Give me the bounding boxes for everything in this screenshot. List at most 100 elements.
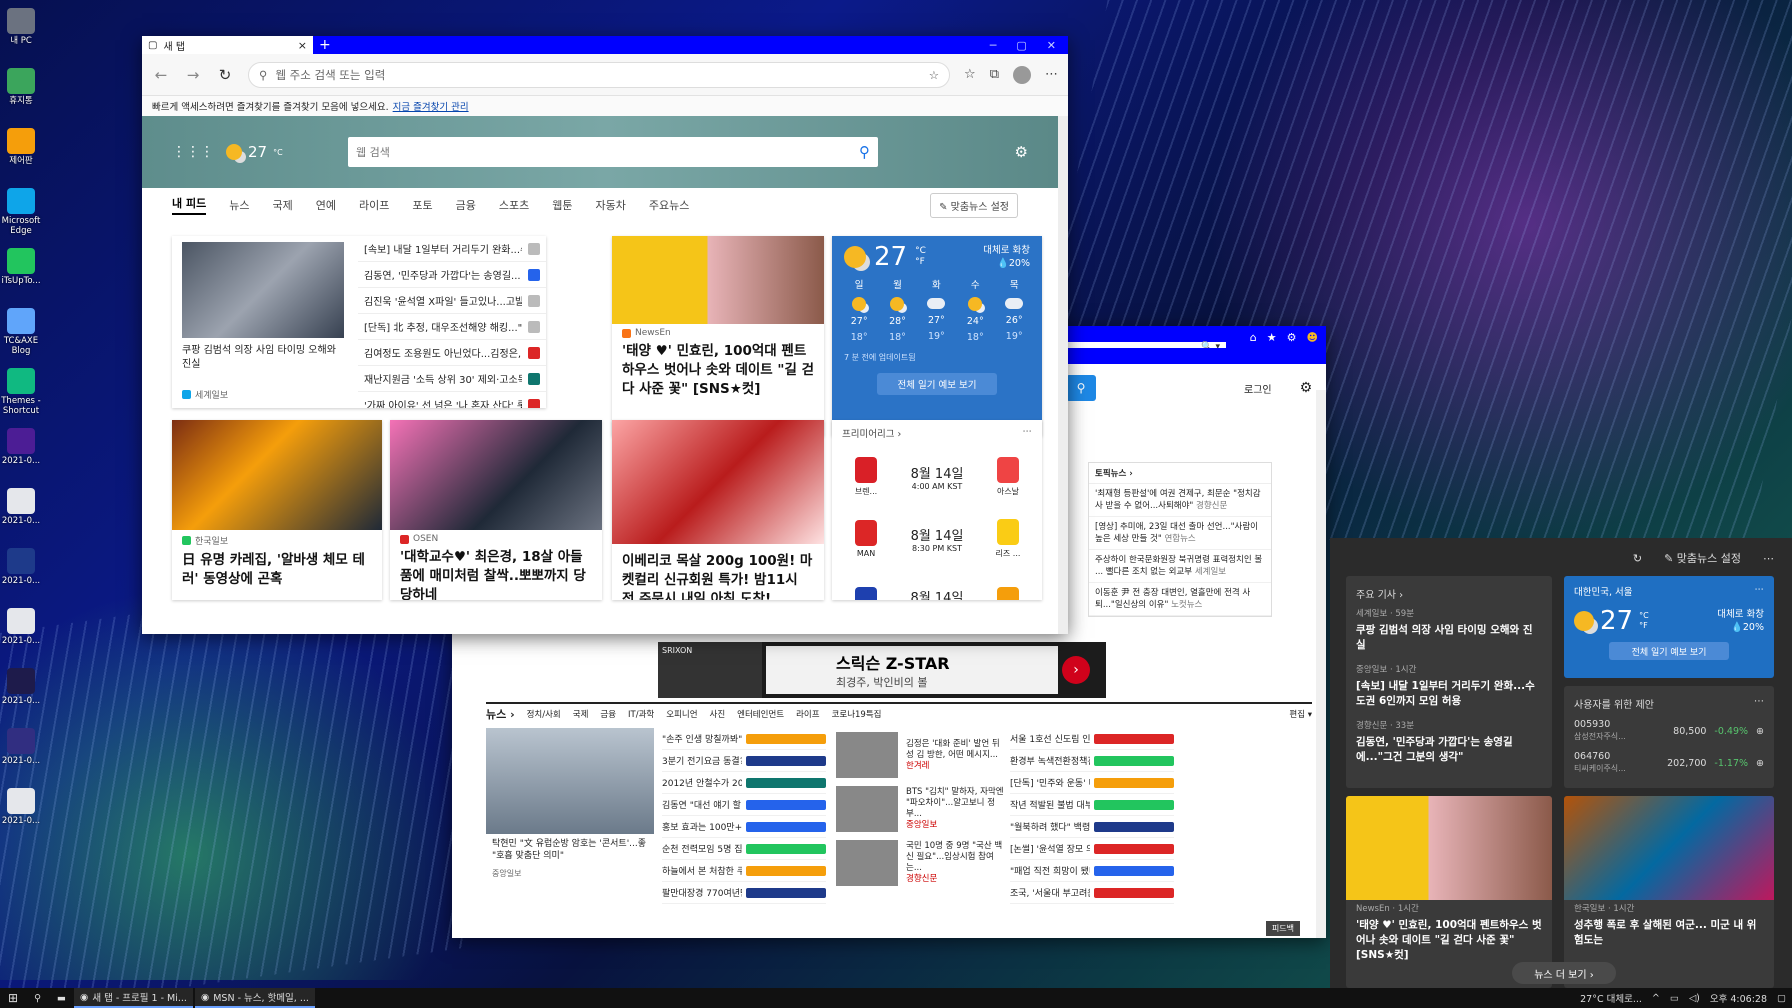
forecast-day[interactable]: 일 27° 18° bbox=[851, 278, 868, 346]
feed-tab[interactable]: 뉴스 bbox=[229, 197, 249, 213]
list-item[interactable]: 하늘에서 본 처참한 쿠팡 물류센터 화재... bbox=[662, 860, 826, 882]
hero-weather[interactable]: 27 °C bbox=[226, 143, 336, 161]
desktop-shortcut[interactable]: 2021-0... bbox=[0, 724, 42, 782]
forecast-day[interactable]: 화 27° 19° bbox=[927, 278, 946, 346]
list-item[interactable]: 팔만대장경 770여년만 일반인 공개..."동... bbox=[662, 882, 826, 904]
feed-tab[interactable]: 스포츠 bbox=[499, 197, 529, 213]
stocks-card[interactable]: 사용자를 위한 제안 ⋯ 005930 삼성전자주식... 80,500 -0.49% ⊕… bbox=[1564, 686, 1774, 788]
forecast-day[interactable]: 월 28° 18° bbox=[889, 278, 906, 346]
stock-row[interactable]: 005930 삼성전자주식... 80,500 -0.49% ⊕ bbox=[1564, 715, 1774, 747]
list-item[interactable]: 홍보 효과는 100만+α... 접종 25만건 넘어... bbox=[662, 816, 826, 838]
maximize-icon[interactable]: ▢ bbox=[1016, 39, 1026, 52]
forecast-day[interactable]: 목 26° 19° bbox=[1005, 278, 1024, 346]
refresh-icon[interactable]: ↻ bbox=[216, 66, 234, 84]
feed-tab[interactable]: 연예 bbox=[316, 197, 336, 213]
list-item[interactable]: [속보] 내달 1일부터 거리두기 완화...수... bbox=[358, 236, 546, 262]
more-menu-icon[interactable]: ⋯ bbox=[1045, 67, 1058, 82]
chevron-right-icon[interactable]: › bbox=[1062, 656, 1090, 684]
story-headline[interactable]: [속보] 내달 1일부터 거리두기 완화...수도권 6인까지 모임 허용 bbox=[1346, 677, 1552, 717]
story-headline[interactable]: '태양 ♥' 민효린, 100억대 펜트하우스 벗어나 솟와 데이트 "길 걷다… bbox=[612, 342, 824, 399]
more-options-icon[interactable]: ⋯ bbox=[1763, 552, 1774, 565]
feed-tab[interactable]: 포토 bbox=[412, 197, 432, 213]
list-item[interactable]: 3분기 전기요금 동결? 인상?...한전 내일... bbox=[662, 750, 826, 772]
list-item[interactable]: 순천 전력모임 5명 집단 감염...판방병원... bbox=[662, 838, 826, 860]
topic-news-item[interactable]: 이동훈 尹 전 충장 대변인, 열흘만에 전격 사퇴..."일신상의 이유" 노… bbox=[1089, 583, 1271, 616]
edit-button[interactable]: 편집 ▾ bbox=[1289, 708, 1312, 720]
personalize-button[interactable]: ✎ 맞춤뉴스 설정 bbox=[930, 192, 1018, 218]
list-item[interactable]: [논썰] '윤석열 장모 의혹' 새로운 정황 3가... bbox=[1010, 838, 1174, 860]
collections-icon[interactable]: ⧉ bbox=[990, 67, 999, 82]
feed-tab[interactable]: 국제 bbox=[272, 197, 292, 213]
feed-tab[interactable]: 라이프 bbox=[359, 197, 389, 213]
profile-avatar[interactable] bbox=[1013, 65, 1031, 84]
gear-icon[interactable]: ⚙ bbox=[1300, 380, 1313, 396]
stock-row[interactable]: 064760 티씨케이주식... 202,700 -1.17% ⊕ bbox=[1564, 747, 1774, 779]
ad-banner[interactable]: SRIXON 스릭슨 Z-STAR 최경주, 박인비의 볼 › bbox=[658, 642, 1106, 698]
feed-tab[interactable]: 주요뉴스 bbox=[649, 197, 689, 213]
list-item[interactable]: 김진욱 '윤석열 X파일' 들고있나...고발인... bbox=[358, 288, 546, 314]
full-forecast-button[interactable]: 전체 일기 예보 보기 bbox=[877, 373, 997, 395]
desktop-shortcut[interactable]: 제어판 bbox=[0, 124, 42, 182]
list-item[interactable]: 서울 1호선 신도림 인근서 전차선 장애... bbox=[1010, 728, 1174, 750]
weather-unit-f[interactable]: °F bbox=[915, 257, 926, 268]
top-stories-title[interactable]: 주요 기사 › bbox=[1346, 576, 1552, 605]
desktop-shortcut[interactable]: 2021-0... bbox=[0, 544, 42, 602]
list-item[interactable]: [단독] 北 추정, 대우조선해양 해킹..."핵... bbox=[358, 314, 546, 340]
thumb-story[interactable]: 김정은 '대화 준비' 발언 뒤 성 김 방한, 어떤 메시지... 한겨레 bbox=[836, 728, 1004, 782]
list-item[interactable]: 김동연 "대선 얘기 할 때 아니다"...고심 중... bbox=[662, 794, 826, 816]
match-row[interactable]: 브렌... 8월 14일 4:00 AM KST 아스날 bbox=[832, 446, 1042, 508]
list-item[interactable]: 2012년 안철수가 2021년 윤석열에게 bbox=[662, 772, 826, 794]
msn-scrollbar[interactable] bbox=[1316, 390, 1326, 938]
desktop-shortcut[interactable]: 2021-0... bbox=[0, 784, 42, 842]
more-options-icon[interactable]: ⋯ bbox=[1023, 426, 1033, 440]
new-tab-button[interactable]: + bbox=[319, 37, 331, 53]
edge-titlebar[interactable]: ▢ 새 탭 × + ─ ▢ ✕ bbox=[142, 36, 1068, 54]
list-item[interactable]: [단독] '민주와 운동' 미안마인 4명, 한국에... bbox=[1010, 772, 1174, 794]
list-item[interactable]: "패업 직전 희망이 됐다"...공정내 '공유... bbox=[1010, 860, 1174, 882]
desktop-shortcut[interactable]: TC&AXE Blog bbox=[0, 304, 42, 362]
story-card-family[interactable]: OSEN '대학교수♥' 최은경, 18살 아들 품에 매미처럼 찰싹..뽀뽀까… bbox=[390, 420, 602, 600]
news-nav-item[interactable]: IT/과학 bbox=[628, 708, 654, 720]
forward-arrow-icon[interactable]: → bbox=[184, 66, 202, 84]
favorite-star-icon[interactable]: ★ bbox=[1267, 331, 1277, 344]
weather-unit-c[interactable]: °C bbox=[1639, 611, 1649, 621]
story-headline[interactable]: 성추행 폭로 후 살해된 여군... 미군 내 위험도는 bbox=[1564, 916, 1774, 956]
smiley-icon[interactable]: ☻ bbox=[1307, 331, 1318, 344]
add-favorite-star-icon[interactable]: ☆ bbox=[929, 68, 939, 82]
back-arrow-icon[interactable]: ← bbox=[152, 66, 170, 84]
desktop-shortcut[interactable]: iTsUpTo... bbox=[0, 244, 42, 302]
favorites-icon[interactable]: ☆ bbox=[964, 67, 976, 82]
match-row[interactable]: 8월 14일11:00 PM KST bbox=[832, 570, 1042, 600]
list-item[interactable]: "월북하려 했다" 백령도서 선박 훔친 30대... bbox=[1010, 816, 1174, 838]
panel-weather-card[interactable]: 대한민국, 서울 ⋯ 27 °C °F 대체로 화창 💧20% 전체 일기 예보 보… bbox=[1564, 576, 1774, 678]
panel-image-story-1[interactable]: NewsEn · 1시간 '태양 ♥' 민효린, 100억대 펜트하우스 벗어나… bbox=[1346, 796, 1552, 988]
login-link[interactable]: 로그인 bbox=[1244, 381, 1272, 396]
search-icon[interactable]: ⚲ bbox=[859, 143, 870, 161]
topic-news-item[interactable]: '최재형 등판설'에 여권 견제구, 최문순 "정치감사 받을 수 없어...사… bbox=[1089, 484, 1271, 517]
network-icon[interactable]: ▭ bbox=[1670, 993, 1679, 1004]
app-launcher-icon[interactable]: ⋮⋮⋮ bbox=[172, 144, 214, 160]
feedback-button[interactable]: 피드백 bbox=[1265, 921, 1300, 936]
forecast-day[interactable]: 수 24° 18° bbox=[967, 278, 984, 346]
story-headline[interactable]: 이베리코 목살 200g 100원! 마켓컬리 신규회원 특가! 밤11시 전 … bbox=[612, 544, 824, 600]
topic-news-item[interactable]: [영상] 추미애, 23일 대선 출마 선언..."사람이 높은 세상 만들 것… bbox=[1089, 517, 1271, 550]
volume-icon[interactable]: ◁) bbox=[1689, 993, 1700, 1004]
gear-icon[interactable]: ⚙ bbox=[1287, 331, 1297, 344]
list-item[interactable]: '가짜 아이유' 선 넘은 '나 혼자 산다' 롯데... bbox=[358, 392, 546, 408]
news-nav-item[interactable]: 엔터테인먼트 bbox=[737, 708, 784, 720]
news-nav-item[interactable]: 오피니언 bbox=[666, 708, 697, 720]
sports-title[interactable]: 프리미어리그 › bbox=[842, 426, 901, 440]
add-icon[interactable]: ⊕ bbox=[1756, 726, 1764, 737]
web-search-input[interactable]: 웹 검색 ⚲ bbox=[348, 137, 878, 167]
close-window-icon[interactable]: ✕ bbox=[1047, 39, 1056, 52]
gear-icon[interactable]: ⚙ bbox=[1015, 143, 1028, 161]
story-card-celebrity[interactable]: NewsEn '태양 ♥' 민효린, 100억대 펜트하우스 벗어나 솟와 데이… bbox=[612, 236, 824, 436]
thumb-story[interactable]: BTS "김치" 말하자, 자막엔 "파오차이"...알고보니 정부... 중앙일… bbox=[836, 782, 1004, 836]
taskbar-weather[interactable]: 27°C 대체로... bbox=[1580, 991, 1642, 1005]
edge-browser-window[interactable]: ▢ 새 탭 × + ─ ▢ ✕ ← → ↻ ⚲ 웹 주소 검색 또는 입력 ☆ … bbox=[142, 36, 1068, 634]
personalize-button[interactable]: ✎ 맞춤뉴스 설정 bbox=[1664, 550, 1741, 566]
minimize-icon[interactable]: ─ bbox=[990, 39, 997, 52]
desktop-shortcut[interactable]: 내 PC bbox=[0, 4, 42, 62]
weather-card[interactable]: 27 °C °F 대체로 화창 💧20% 일 27° 18° 월 28° 18° 화 27° 19°… bbox=[832, 236, 1042, 436]
home-icon[interactable]: ⌂ bbox=[1250, 331, 1257, 344]
